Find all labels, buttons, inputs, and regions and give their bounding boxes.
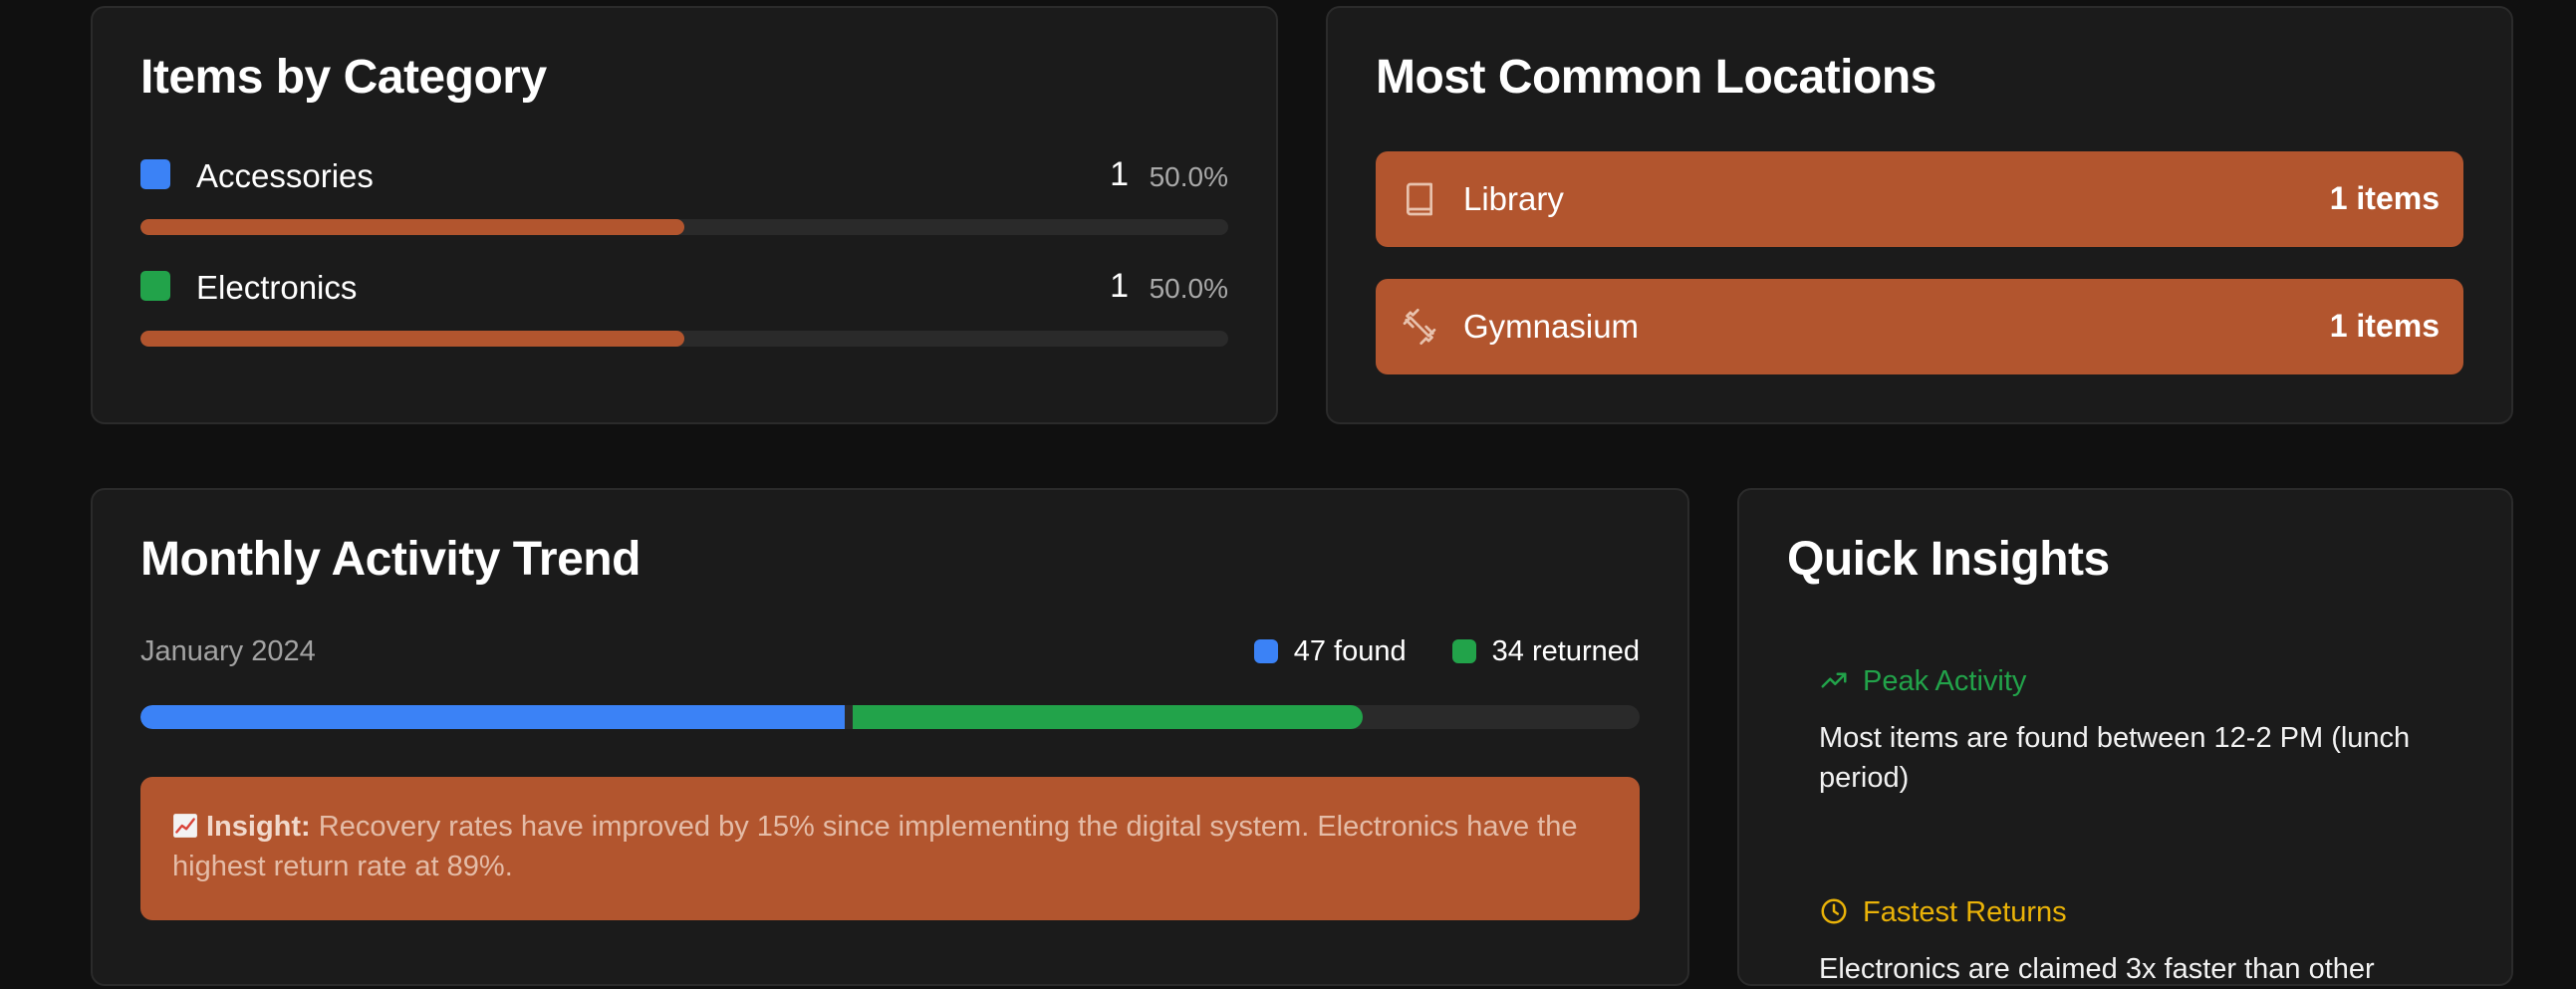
insight-fastest-returns: Fastest Returns Electronics are claimed … [1819,896,2456,989]
legend-returned: 34 returned [1451,635,1640,668]
category-label: Accessories [196,157,374,194]
insight-callout: Insight: Recovery rates have improved by… [140,777,1640,920]
legend-returned-label: 34 returned [1491,635,1640,667]
trend-found-segment [140,705,845,729]
book-icon [1407,182,1432,216]
card-title: Most Common Locations [1376,51,1936,104]
card-title: Monthly Activity Trend [140,533,641,586]
trend-legend: 47 found 34 returned [1216,635,1640,668]
chart-increasing-icon [173,814,197,838]
location-item-gymnasium[interactable]: Gymnasium 1 items [1376,279,2463,374]
legend-found-label: 47 found [1293,635,1407,667]
insight-text: Recovery rates have improved by 15% sinc… [172,811,1578,882]
trending-up-icon [1821,672,1847,688]
quick-insights-card: Quick Insights Peak Activity Most items … [1737,488,2513,986]
legend-found-swatch [1253,639,1278,663]
category-color-swatch [140,271,170,301]
insight-heading-label: Fastest Returns [1863,896,2067,928]
items-by-category-card: Items by Category Accessories 1 50.0% El… [91,6,1278,424]
category-progress-fill [140,219,684,235]
monthly-activity-trend-card: Monthly Activity Trend January 2024 47 f… [91,488,1689,986]
location-count: 1 items [2329,308,2440,344]
most-common-locations-card: Most Common Locations Library 1 items Gy… [1326,6,2513,424]
trend-returned-segment [853,705,1363,729]
month-label: January 2024 [140,635,316,667]
location-count: 1 items [2329,180,2440,216]
category-row-electronics: Electronics 1 50.0% [140,267,1228,351]
clock-icon [1821,898,1847,924]
trend-bar-track [140,705,1640,729]
location-item-library[interactable]: Library 1 items [1376,151,2463,247]
category-row-accessories: Accessories 1 50.0% [140,155,1228,239]
dumbbell-icon [1403,309,1436,345]
category-color-swatch [140,159,170,189]
insight-heading: Peak Activity [1819,665,2456,698]
legend-found: 47 found [1253,635,1407,668]
location-label: Library [1463,180,1564,217]
category-progress-fill [140,331,684,347]
insight-description: Electronics are claimed 3x faster than o… [1819,953,2375,985]
category-percent: 50.0% [1149,161,1228,192]
location-label: Gymnasium [1463,308,1640,345]
category-count: 1 [1110,155,1129,193]
card-title: Items by Category [140,51,547,104]
insight-heading-label: Peak Activity [1863,665,2027,697]
insight-heading: Fastest Returns [1819,896,2456,929]
category-progress-track [140,219,1228,235]
category-percent: 50.0% [1149,273,1228,304]
insight-label: Insight: [206,811,311,843]
insight-description: Most items are found between 12-2 PM (lu… [1819,722,2411,794]
category-progress-track [140,331,1228,347]
category-count: 1 [1110,267,1129,305]
category-label: Electronics [196,269,358,306]
legend-returned-swatch [1451,639,1476,663]
insight-peak-activity: Peak Activity Most items are found betwe… [1819,665,2456,798]
card-title: Quick Insights [1787,533,2110,586]
